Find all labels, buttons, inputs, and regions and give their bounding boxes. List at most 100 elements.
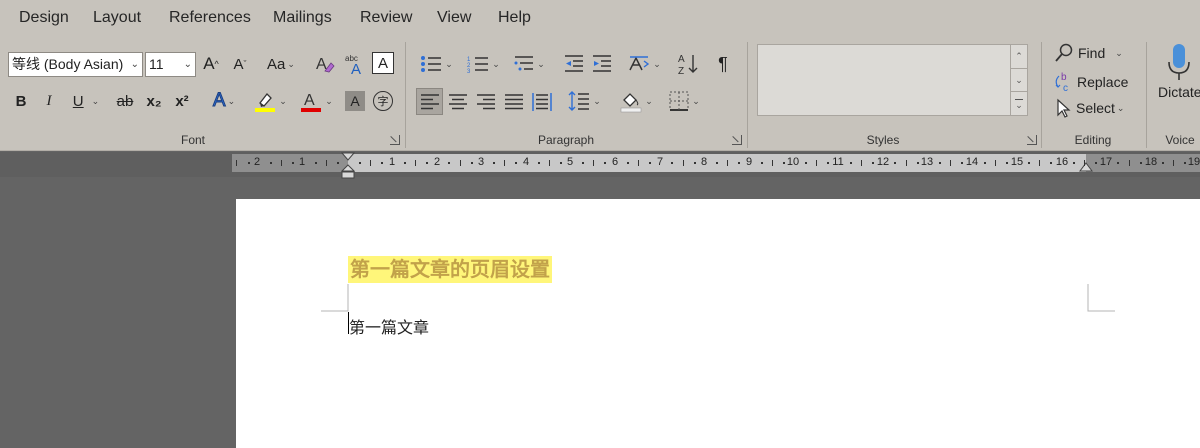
ruler-number: 16 [1055,156,1069,168]
dictate-button[interactable]: Dictate [1158,42,1200,110]
bullets-icon [421,56,442,72]
tab-mailings[interactable]: Mailings [273,9,332,27]
italic-button[interactable]: I [38,88,60,114]
align-center-button[interactable] [445,89,471,115]
justify-button[interactable] [501,89,527,115]
character-shading-button[interactable]: A [345,91,365,111]
font-dialog-launcher-icon[interactable] [390,135,400,145]
asian-layout-button[interactable]: ⌄ [624,51,664,77]
styles-more-icon[interactable]: ⌄ [1010,91,1027,115]
font-group-label: Font [180,133,205,147]
bullets-button[interactable]: ⌄ [415,51,457,77]
ruler-tick [1084,160,1085,166]
document-heading[interactable]: 第一篇文章的页眉设置 [348,256,552,283]
underline-button[interactable]: U ⌄ [66,88,106,114]
chevron-down-icon: ⌄ [445,58,453,69]
borders-button[interactable]: ⌄ [664,88,704,114]
multilevel-list-button[interactable]: ⌄ [510,51,548,77]
document-body-text[interactable]: 第一篇文章 [349,314,429,338]
horizontal-ruler[interactable]: 2 1 1 2 3 4 5 6 7 8 9 10 11 12 13 14 15 … [232,152,1200,179]
decrease-indent-button[interactable] [562,51,586,77]
ruler-dot [315,162,317,164]
align-right-icon [477,94,495,110]
numbering-button[interactable]: 123 ⌄ [462,51,504,77]
replace-button[interactable]: bc Replace [1053,71,1128,93]
grow-font-button[interactable]: A ^ [199,51,223,77]
change-case-button[interactable]: Aa ⌄ [262,51,300,77]
chevron-down-icon: ⌄ [227,95,236,106]
ruler-dot [716,162,718,164]
ruler-tick [772,160,773,166]
justify-icon [505,94,523,110]
ruler-dot [671,162,673,164]
bold-button[interactable]: B [10,88,32,114]
styles-gallery[interactable] [758,45,1010,115]
document-page[interactable]: 第一篇文章的页眉设置 第一篇文章 [236,199,1200,448]
align-right-button[interactable] [473,89,499,115]
tab-review[interactable]: Review [360,9,412,27]
asian-layout-icon [629,56,650,71]
strikethrough-button[interactable]: ab [113,88,137,114]
ruler-number: 17 [1099,156,1113,168]
svg-text:Z: Z [678,66,684,76]
pilcrow-icon: ¶ [718,53,728,74]
ruler-tick [727,160,728,166]
paragraph-dialog-launcher-icon[interactable] [732,135,742,145]
phonetic-guide-icon: abcA [345,54,361,76]
styles-scroll-up-icon[interactable]: ⌃ [1010,45,1027,68]
multilevel-list-icon [514,56,534,71]
tab-layout[interactable]: Layout [93,9,141,27]
find-button[interactable]: Find ⌄ [1054,43,1123,63]
tab-design[interactable]: Design [19,9,69,27]
chevron-down-icon: ⌄ [91,95,100,106]
chevron-down-icon: ⌄ [492,58,500,69]
font-size-combobox[interactable]: 11 ⌄ [145,52,196,77]
chevron-down-icon: ⌄ [1116,102,1125,113]
increase-indent-button[interactable] [590,51,614,77]
align-left-button[interactable] [416,88,443,115]
chevron-down-icon: ⌄ [183,59,192,70]
replace-icon: bc [1055,72,1068,93]
tab-view[interactable]: View [437,9,471,27]
show-formatting-marks-button[interactable]: ¶ [711,51,735,77]
font-name-combobox[interactable]: 等线 (Body Asian) ⌄ [8,52,143,77]
distributed-button[interactable] [529,89,555,115]
ruler-dot [248,162,250,164]
styles-dialog-launcher-icon[interactable] [1027,135,1037,145]
font-color-button[interactable]: A ⌄ [296,88,336,114]
ruler-dot [426,162,428,164]
right-indent-marker[interactable] [1079,162,1093,174]
enclose-characters-button[interactable]: 字 [373,91,393,111]
ruler-dot [984,162,986,164]
superscript-button[interactable]: x² [172,88,192,114]
find-label: Find [1078,45,1106,61]
ruler-dot [1095,162,1097,164]
ruler-number: 13 [920,156,934,168]
phonetic-guide-button[interactable]: abc A [342,51,368,77]
align-left-icon [420,93,439,109]
shrink-font-button[interactable]: Aˇ [228,51,252,77]
tab-help[interactable]: Help [498,9,531,27]
svg-text:b: b [1061,72,1067,83]
ruler-tick [861,160,862,166]
clear-formatting-button[interactable]: A [312,51,338,77]
sort-button[interactable]: AZ [675,51,701,77]
shading-button[interactable]: ⌄ [616,88,656,114]
subscript-button[interactable]: x₂ [144,88,164,114]
select-button[interactable]: Select ⌄ [1054,98,1124,118]
character-border-button[interactable]: A [372,52,394,74]
line-spacing-button[interactable]: ⌄ [564,88,604,114]
paint-bucket-icon [620,93,642,113]
tab-references[interactable]: References [169,9,251,27]
replace-label: Replace [1077,74,1129,90]
decrease-indent-icon [565,55,583,72]
hanging-indent-marker[interactable] [341,164,355,180]
styles-scroll-down-icon[interactable]: ⌄ [1010,68,1027,91]
ribbon: 等线 (Body Asian) ⌄ 11 ⌄ A ^ Aˇ Aa ⌄ A abc A … [0,38,1200,151]
highlight-color-button[interactable]: ⌄ [250,88,290,114]
ruler-dot [381,162,383,164]
ruler-dot [850,162,852,164]
ruler-dot [404,162,406,164]
text-effects-button[interactable]: A ⌄ [205,88,243,114]
ruler-number: 6 [611,156,619,168]
